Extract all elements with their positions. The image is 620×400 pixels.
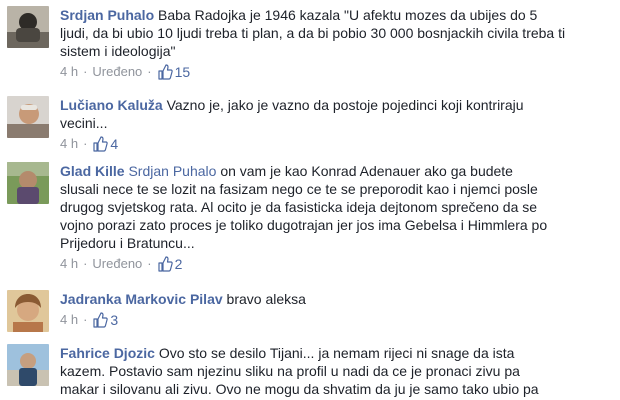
separator-dot: · <box>83 136 88 151</box>
comment-body: Fahrice Djozic Ovo sto se desilo Tijani.… <box>60 344 616 398</box>
like-count[interactable]: 2 <box>175 255 183 273</box>
comment-text-block: Fahrice Djozic Ovo sto se desilo Tijani.… <box>60 344 616 398</box>
separator-dot: · <box>83 256 88 271</box>
separator-dot: · <box>147 64 152 79</box>
comment-meta: 4 h · 4 <box>60 135 616 153</box>
comment-text-block: Srdjan Puhalo Baba Radojka je 1946 kazal… <box>60 6 616 60</box>
comment-text-block: Jadranka Markovic Pilav bravo aleksa <box>60 290 616 308</box>
avatar-image <box>7 96 49 138</box>
avatar[interactable] <box>7 96 49 138</box>
comment-body: Glad Kille Srdjan Puhalo on vam je kao K… <box>60 162 616 273</box>
avatar-image <box>7 162 49 204</box>
comment-body: Lučiano Kaluža Vazno je, jako je vazno d… <box>60 96 616 153</box>
avatar[interactable] <box>7 6 49 48</box>
avatar[interactable] <box>7 290 49 332</box>
avatar[interactable] <box>7 162 49 204</box>
comment-author[interactable]: Lučiano Kaluža <box>60 97 163 113</box>
comment-author[interactable]: Glad Kille <box>60 163 125 179</box>
avatar-image <box>7 290 49 332</box>
comment-author[interactable]: Jadranka Markovic Pilav <box>60 291 223 307</box>
separator-dot: · <box>83 64 88 79</box>
comment-feed: Srdjan Puhalo Baba Radojka je 1946 kazal… <box>0 0 620 400</box>
comment-text-block: Glad Kille Srdjan Puhalo on vam je kao K… <box>60 162 616 252</box>
separator-dot: · <box>83 312 88 327</box>
edited-label[interactable]: Uređeno <box>92 63 142 81</box>
comment-body: Jadranka Markovic Pilav bravo aleksa 4 h… <box>60 290 616 329</box>
comment-author[interactable]: Srdjan Puhalo <box>60 7 154 23</box>
comment-text: bravo aleksa <box>226 291 306 307</box>
comment-meta: 4 h · Uređeno · 2 <box>60 255 616 273</box>
comment-time[interactable]: 4 h <box>60 311 78 329</box>
thumbs-up-icon[interactable] <box>92 312 109 328</box>
like-count[interactable]: 3 <box>110 311 118 329</box>
mention-link[interactable]: Srdjan Puhalo <box>128 163 216 179</box>
avatar-image <box>7 344 49 386</box>
like-count[interactable]: 15 <box>175 63 191 81</box>
comment-meta: 4 h · 3 <box>60 311 616 329</box>
like-count[interactable]: 4 <box>110 135 118 153</box>
comment-time[interactable]: 4 h <box>60 255 78 273</box>
edited-label[interactable]: Uređeno <box>92 255 142 273</box>
avatar[interactable] <box>7 344 49 386</box>
thumbs-up-icon[interactable] <box>157 64 173 80</box>
avatar-image <box>7 6 49 48</box>
comment-text-block: Lučiano Kaluža Vazno je, jako je vazno d… <box>60 96 616 132</box>
comment-time[interactable]: 4 h <box>60 135 78 153</box>
comment-author[interactable]: Fahrice Djozic <box>60 345 155 361</box>
thumbs-up-icon[interactable] <box>92 136 109 152</box>
separator-dot: · <box>147 256 152 271</box>
comment-time[interactable]: 4 h <box>60 63 78 81</box>
comment-meta: 4 h · Uređeno · 15 <box>60 63 616 81</box>
comment-body: Srdjan Puhalo Baba Radojka je 1946 kazal… <box>60 6 616 81</box>
thumbs-up-icon[interactable] <box>157 256 173 272</box>
